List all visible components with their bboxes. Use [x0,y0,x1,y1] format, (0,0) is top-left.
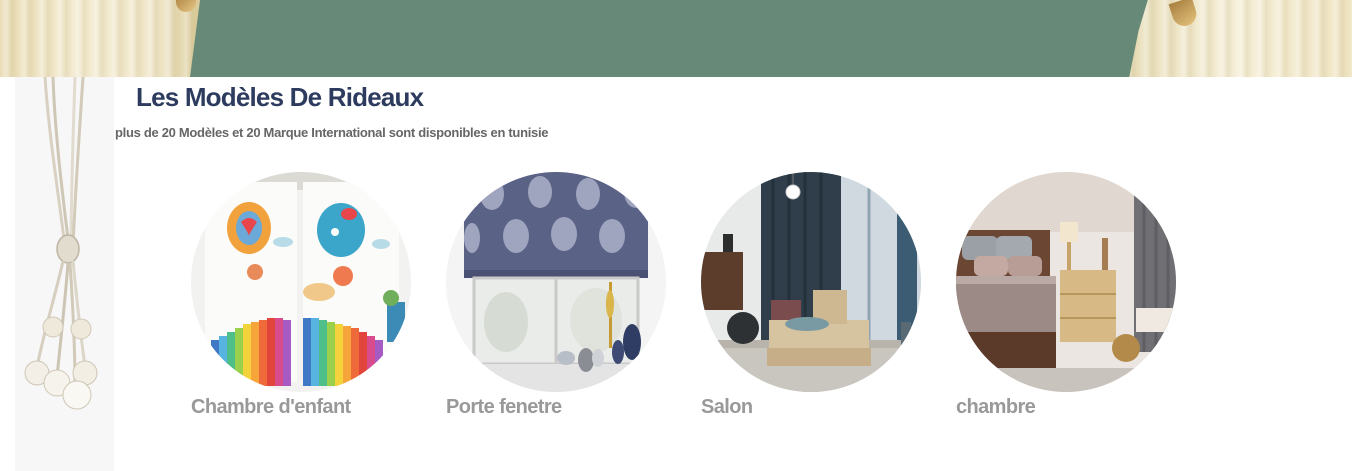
category-card-chambre[interactable]: chambre [956,172,1196,432]
category-card-chambre-enfant[interactable]: Chambre d'enfant [191,172,431,432]
page: Les Modèles De Rideaux plus de 20 Modèle… [0,0,1352,471]
bedroom-curtains-image[interactable] [956,172,1176,392]
living-room-curtains-image[interactable] [701,172,921,392]
roman-blind-window-image[interactable] [446,172,666,392]
category-label[interactable]: Porte fenetre [446,396,562,419]
kids-room-curtains-image[interactable] [191,172,411,392]
category-label[interactable]: Salon [701,396,753,419]
category-card-salon[interactable]: Salon [701,172,941,432]
category-label[interactable]: chambre [956,396,1036,419]
category-label[interactable]: Chambre d'enfant [191,396,351,419]
category-card-porte-fenetre[interactable]: Porte fenetre [446,172,686,432]
category-grid: Chambre d'enfant Porte fenetre Salon cha… [0,0,1352,471]
